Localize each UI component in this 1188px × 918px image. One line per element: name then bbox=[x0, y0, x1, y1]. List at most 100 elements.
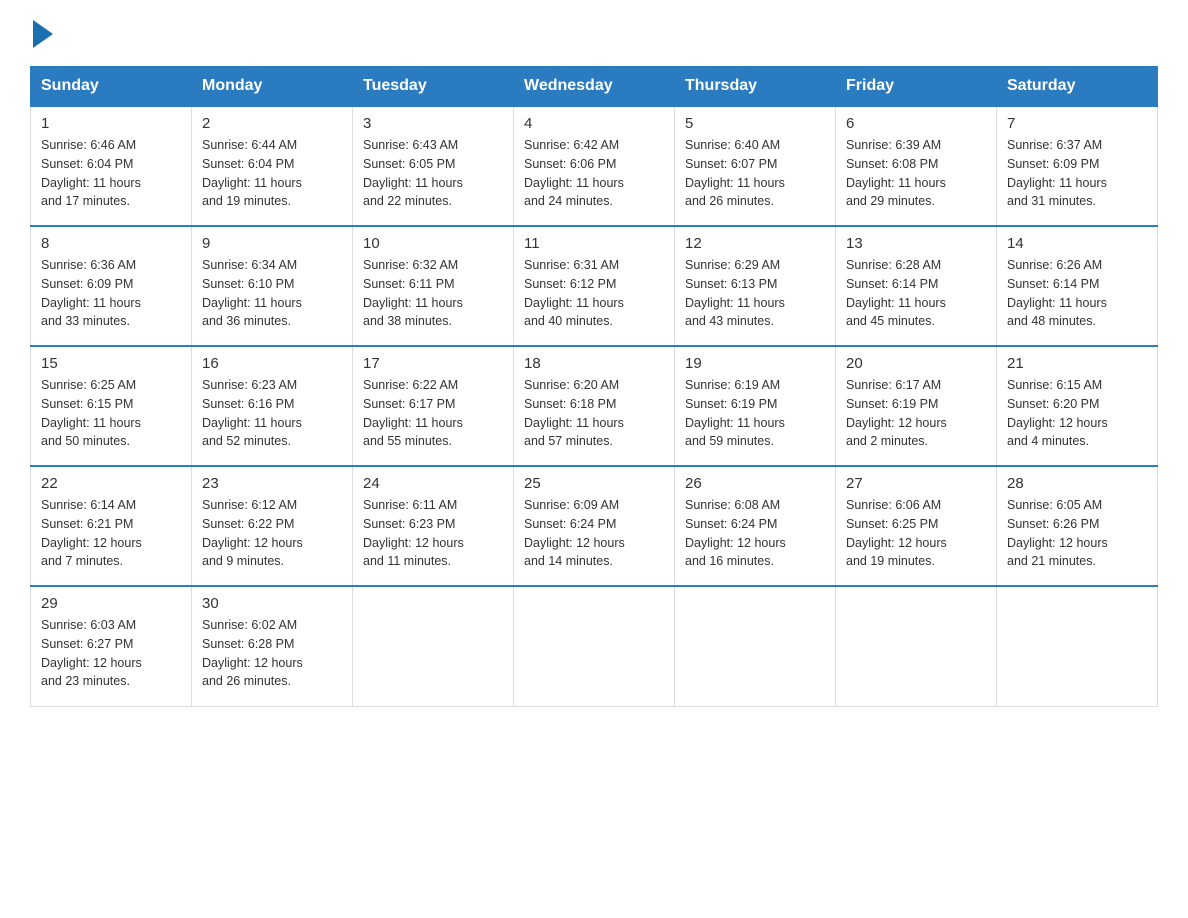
calendar-cell: 4 Sunrise: 6:42 AMSunset: 6:06 PMDayligh… bbox=[514, 106, 675, 226]
day-info: Sunrise: 6:37 AMSunset: 6:09 PMDaylight:… bbox=[1007, 138, 1107, 208]
header bbox=[30, 20, 1158, 48]
calendar-cell: 18 Sunrise: 6:20 AMSunset: 6:18 PMDaylig… bbox=[514, 346, 675, 466]
calendar-header-row: SundayMondayTuesdayWednesdayThursdayFrid… bbox=[31, 67, 1158, 107]
calendar-cell: 13 Sunrise: 6:28 AMSunset: 6:14 PMDaylig… bbox=[836, 226, 997, 346]
column-header-wednesday: Wednesday bbox=[514, 67, 675, 107]
day-number: 1 bbox=[41, 115, 181, 132]
day-number: 16 bbox=[202, 355, 342, 372]
day-info: Sunrise: 6:03 AMSunset: 6:27 PMDaylight:… bbox=[41, 618, 142, 688]
day-info: Sunrise: 6:31 AMSunset: 6:12 PMDaylight:… bbox=[524, 258, 624, 328]
day-info: Sunrise: 6:40 AMSunset: 6:07 PMDaylight:… bbox=[685, 138, 785, 208]
calendar-cell: 5 Sunrise: 6:40 AMSunset: 6:07 PMDayligh… bbox=[675, 106, 836, 226]
day-info: Sunrise: 6:17 AMSunset: 6:19 PMDaylight:… bbox=[846, 378, 947, 448]
column-header-thursday: Thursday bbox=[675, 67, 836, 107]
day-number: 10 bbox=[363, 235, 503, 252]
calendar-cell bbox=[997, 586, 1158, 706]
day-number: 20 bbox=[846, 355, 986, 372]
calendar-week-row: 15 Sunrise: 6:25 AMSunset: 6:15 PMDaylig… bbox=[31, 346, 1158, 466]
day-info: Sunrise: 6:06 AMSunset: 6:25 PMDaylight:… bbox=[846, 498, 947, 568]
calendar-cell: 20 Sunrise: 6:17 AMSunset: 6:19 PMDaylig… bbox=[836, 346, 997, 466]
day-number: 8 bbox=[41, 235, 181, 252]
day-info: Sunrise: 6:44 AMSunset: 6:04 PMDaylight:… bbox=[202, 138, 302, 208]
day-number: 3 bbox=[363, 115, 503, 132]
calendar-cell bbox=[836, 586, 997, 706]
day-number: 28 bbox=[1007, 475, 1147, 492]
calendar-cell: 24 Sunrise: 6:11 AMSunset: 6:23 PMDaylig… bbox=[353, 466, 514, 586]
column-header-monday: Monday bbox=[192, 67, 353, 107]
day-info: Sunrise: 6:39 AMSunset: 6:08 PMDaylight:… bbox=[846, 138, 946, 208]
calendar-cell: 17 Sunrise: 6:22 AMSunset: 6:17 PMDaylig… bbox=[353, 346, 514, 466]
day-info: Sunrise: 6:42 AMSunset: 6:06 PMDaylight:… bbox=[524, 138, 624, 208]
day-info: Sunrise: 6:28 AMSunset: 6:14 PMDaylight:… bbox=[846, 258, 946, 328]
day-info: Sunrise: 6:19 AMSunset: 6:19 PMDaylight:… bbox=[685, 378, 785, 448]
day-info: Sunrise: 6:23 AMSunset: 6:16 PMDaylight:… bbox=[202, 378, 302, 448]
day-info: Sunrise: 6:08 AMSunset: 6:24 PMDaylight:… bbox=[685, 498, 786, 568]
calendar-week-row: 22 Sunrise: 6:14 AMSunset: 6:21 PMDaylig… bbox=[31, 466, 1158, 586]
calendar-cell bbox=[514, 586, 675, 706]
calendar-cell: 23 Sunrise: 6:12 AMSunset: 6:22 PMDaylig… bbox=[192, 466, 353, 586]
day-info: Sunrise: 6:25 AMSunset: 6:15 PMDaylight:… bbox=[41, 378, 141, 448]
day-info: Sunrise: 6:32 AMSunset: 6:11 PMDaylight:… bbox=[363, 258, 463, 328]
day-info: Sunrise: 6:11 AMSunset: 6:23 PMDaylight:… bbox=[363, 498, 464, 568]
calendar-cell: 14 Sunrise: 6:26 AMSunset: 6:14 PMDaylig… bbox=[997, 226, 1158, 346]
day-number: 25 bbox=[524, 475, 664, 492]
day-number: 7 bbox=[1007, 115, 1147, 132]
day-number: 14 bbox=[1007, 235, 1147, 252]
logo bbox=[30, 20, 53, 48]
calendar-cell: 2 Sunrise: 6:44 AMSunset: 6:04 PMDayligh… bbox=[192, 106, 353, 226]
calendar-cell: 7 Sunrise: 6:37 AMSunset: 6:09 PMDayligh… bbox=[997, 106, 1158, 226]
calendar-cell: 9 Sunrise: 6:34 AMSunset: 6:10 PMDayligh… bbox=[192, 226, 353, 346]
calendar-cell: 12 Sunrise: 6:29 AMSunset: 6:13 PMDaylig… bbox=[675, 226, 836, 346]
day-number: 19 bbox=[685, 355, 825, 372]
calendar-cell: 16 Sunrise: 6:23 AMSunset: 6:16 PMDaylig… bbox=[192, 346, 353, 466]
column-header-tuesday: Tuesday bbox=[353, 67, 514, 107]
calendar-cell: 15 Sunrise: 6:25 AMSunset: 6:15 PMDaylig… bbox=[31, 346, 192, 466]
calendar-cell bbox=[353, 586, 514, 706]
day-info: Sunrise: 6:43 AMSunset: 6:05 PMDaylight:… bbox=[363, 138, 463, 208]
day-number: 2 bbox=[202, 115, 342, 132]
calendar-cell: 25 Sunrise: 6:09 AMSunset: 6:24 PMDaylig… bbox=[514, 466, 675, 586]
calendar-cell: 22 Sunrise: 6:14 AMSunset: 6:21 PMDaylig… bbox=[31, 466, 192, 586]
day-number: 5 bbox=[685, 115, 825, 132]
calendar-week-row: 8 Sunrise: 6:36 AMSunset: 6:09 PMDayligh… bbox=[31, 226, 1158, 346]
calendar-table: SundayMondayTuesdayWednesdayThursdayFrid… bbox=[30, 66, 1158, 707]
calendar-week-row: 1 Sunrise: 6:46 AMSunset: 6:04 PMDayligh… bbox=[31, 106, 1158, 226]
calendar-cell: 11 Sunrise: 6:31 AMSunset: 6:12 PMDaylig… bbox=[514, 226, 675, 346]
calendar-cell: 21 Sunrise: 6:15 AMSunset: 6:20 PMDaylig… bbox=[997, 346, 1158, 466]
calendar-cell: 28 Sunrise: 6:05 AMSunset: 6:26 PMDaylig… bbox=[997, 466, 1158, 586]
day-info: Sunrise: 6:15 AMSunset: 6:20 PMDaylight:… bbox=[1007, 378, 1108, 448]
day-number: 22 bbox=[41, 475, 181, 492]
day-info: Sunrise: 6:02 AMSunset: 6:28 PMDaylight:… bbox=[202, 618, 303, 688]
day-info: Sunrise: 6:12 AMSunset: 6:22 PMDaylight:… bbox=[202, 498, 303, 568]
column-header-saturday: Saturday bbox=[997, 67, 1158, 107]
calendar-week-row: 29 Sunrise: 6:03 AMSunset: 6:27 PMDaylig… bbox=[31, 586, 1158, 706]
day-number: 17 bbox=[363, 355, 503, 372]
day-info: Sunrise: 6:22 AMSunset: 6:17 PMDaylight:… bbox=[363, 378, 463, 448]
day-number: 21 bbox=[1007, 355, 1147, 372]
calendar-cell: 19 Sunrise: 6:19 AMSunset: 6:19 PMDaylig… bbox=[675, 346, 836, 466]
day-number: 26 bbox=[685, 475, 825, 492]
calendar-cell: 6 Sunrise: 6:39 AMSunset: 6:08 PMDayligh… bbox=[836, 106, 997, 226]
day-number: 6 bbox=[846, 115, 986, 132]
day-info: Sunrise: 6:09 AMSunset: 6:24 PMDaylight:… bbox=[524, 498, 625, 568]
day-info: Sunrise: 6:46 AMSunset: 6:04 PMDaylight:… bbox=[41, 138, 141, 208]
day-info: Sunrise: 6:29 AMSunset: 6:13 PMDaylight:… bbox=[685, 258, 785, 328]
calendar-cell: 8 Sunrise: 6:36 AMSunset: 6:09 PMDayligh… bbox=[31, 226, 192, 346]
day-info: Sunrise: 6:20 AMSunset: 6:18 PMDaylight:… bbox=[524, 378, 624, 448]
calendar-cell: 1 Sunrise: 6:46 AMSunset: 6:04 PMDayligh… bbox=[31, 106, 192, 226]
calendar-cell: 10 Sunrise: 6:32 AMSunset: 6:11 PMDaylig… bbox=[353, 226, 514, 346]
calendar-cell: 26 Sunrise: 6:08 AMSunset: 6:24 PMDaylig… bbox=[675, 466, 836, 586]
calendar-cell: 30 Sunrise: 6:02 AMSunset: 6:28 PMDaylig… bbox=[192, 586, 353, 706]
calendar-cell: 27 Sunrise: 6:06 AMSunset: 6:25 PMDaylig… bbox=[836, 466, 997, 586]
day-info: Sunrise: 6:14 AMSunset: 6:21 PMDaylight:… bbox=[41, 498, 142, 568]
day-number: 29 bbox=[41, 595, 181, 612]
calendar-cell bbox=[675, 586, 836, 706]
day-number: 18 bbox=[524, 355, 664, 372]
calendar-cell: 3 Sunrise: 6:43 AMSunset: 6:05 PMDayligh… bbox=[353, 106, 514, 226]
day-number: 13 bbox=[846, 235, 986, 252]
logo-arrow-icon bbox=[33, 20, 53, 48]
day-info: Sunrise: 6:36 AMSunset: 6:09 PMDaylight:… bbox=[41, 258, 141, 328]
day-info: Sunrise: 6:05 AMSunset: 6:26 PMDaylight:… bbox=[1007, 498, 1108, 568]
day-number: 27 bbox=[846, 475, 986, 492]
column-header-sunday: Sunday bbox=[31, 67, 192, 107]
